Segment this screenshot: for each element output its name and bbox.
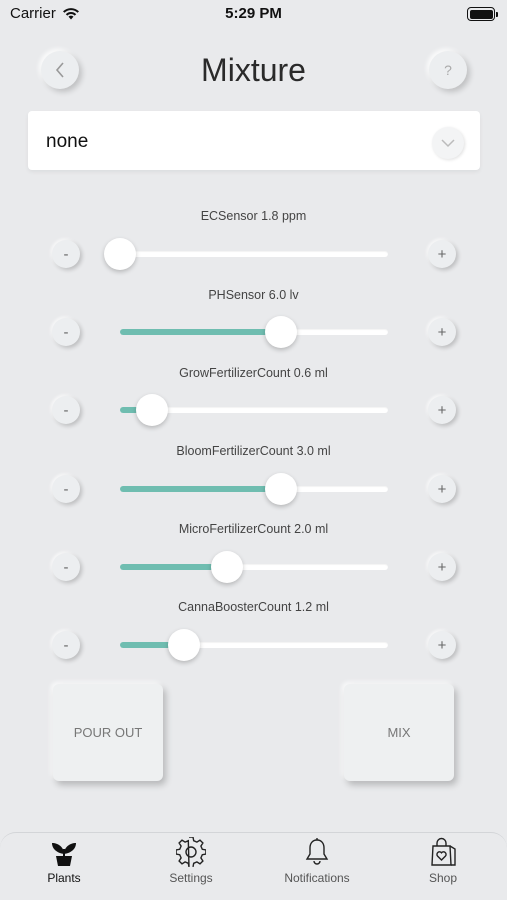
slider-thumb[interactable]	[264, 473, 297, 505]
phsensor-label: PHSensor 6.0 lv	[208, 288, 299, 302]
minus-label: -	[63, 401, 69, 419]
slider-thumb[interactable]	[104, 238, 136, 270]
minus-label: -	[63, 558, 69, 576]
slider-fill	[120, 486, 281, 492]
help-button[interactable]: ?	[429, 51, 467, 89]
canna-booster-slider[interactable]	[120, 629, 388, 661]
status-bar: Carrier 5:29 PM	[0, 0, 507, 30]
mix-button[interactable]: MIX	[344, 684, 454, 781]
phsensor-plus-button[interactable]: +	[428, 318, 456, 346]
grow-fertilizer-plus-button[interactable]: +	[428, 396, 456, 424]
dropdown-toggle[interactable]	[432, 127, 464, 159]
shopping-bag-icon	[431, 837, 456, 866]
mixture-dropdown[interactable]: none	[28, 111, 480, 170]
tab-settings[interactable]: Settings	[141, 837, 241, 885]
ecsensor-minus-button[interactable]: -	[52, 240, 80, 268]
canna-booster-plus-button[interactable]: +	[428, 631, 456, 659]
ecsensor-plus-button[interactable]: +	[428, 240, 456, 268]
ecsensor-slider[interactable]	[104, 238, 388, 270]
tab-label: Plants	[47, 871, 81, 885]
tab-label: Settings	[169, 871, 213, 885]
battery-icon	[467, 7, 498, 21]
help-label: ?	[444, 62, 452, 78]
bloom-fertilizer-plus-button[interactable]: +	[428, 475, 456, 503]
slider-thumb[interactable]	[136, 394, 169, 426]
micro-fertilizer-plus-button[interactable]: +	[428, 553, 456, 581]
phsensor-slider[interactable]	[120, 316, 388, 348]
plus-label: +	[437, 245, 447, 263]
plus-label: +	[437, 401, 447, 419]
bloom-fertilizer-slider[interactable]	[120, 473, 388, 505]
minus-label: -	[63, 480, 69, 498]
pour-out-button[interactable]: POUR OUT	[53, 684, 163, 781]
slider-thumb[interactable]	[211, 551, 244, 583]
micro-fertilizer-slider[interactable]	[120, 551, 388, 583]
tab-plants[interactable]: Plants	[14, 837, 114, 885]
plant-icon	[52, 843, 76, 866]
tab-label: Shop	[428, 871, 458, 885]
plus-label: +	[437, 636, 447, 654]
chevron-down-icon	[441, 139, 455, 148]
grow-fertilizer-slider[interactable]	[120, 394, 388, 426]
tab-bar: Plants Settings Notifications Shop	[0, 832, 507, 900]
plus-label: +	[437, 323, 447, 341]
slider-thumb[interactable]	[168, 629, 201, 661]
bloom-fertilizer-minus-button[interactable]: -	[52, 475, 80, 503]
minus-label: -	[63, 245, 69, 263]
tab-notifications[interactable]: Notifications	[267, 837, 367, 885]
canna-booster-minus-button[interactable]: -	[52, 631, 80, 659]
grow-fertilizer-minus-button[interactable]: -	[52, 396, 80, 424]
micro-fertilizer-minus-button[interactable]: -	[52, 553, 80, 581]
canna-booster-label: CannaBoosterCount 1.2 ml	[178, 600, 329, 614]
gear-icon	[176, 837, 206, 867]
slider-fill	[120, 329, 281, 335]
micro-fertilizer-label: MicroFertilizerCount 2.0 ml	[178, 522, 329, 536]
minus-label: -	[63, 323, 69, 341]
grow-fertilizer-label: GrowFertilizerCount 0.6 ml	[179, 366, 328, 380]
bell-icon	[305, 838, 329, 865]
bloom-fertilizer-label: BloomFertilizerCount 3.0 ml	[176, 444, 331, 458]
phsensor-minus-button[interactable]: -	[52, 318, 80, 346]
minus-label: -	[63, 636, 69, 654]
tab-shop[interactable]: Shop	[393, 837, 493, 885]
tab-label: Notifications	[284, 871, 350, 885]
plus-label: +	[437, 480, 447, 498]
status-time: 5:29 PM	[225, 5, 282, 22]
dropdown-value: none	[46, 131, 89, 152]
ecsensor-label: ECSensor 1.8 ppm	[200, 209, 307, 223]
slider-thumb[interactable]	[264, 316, 297, 348]
plus-label: +	[437, 558, 447, 576]
